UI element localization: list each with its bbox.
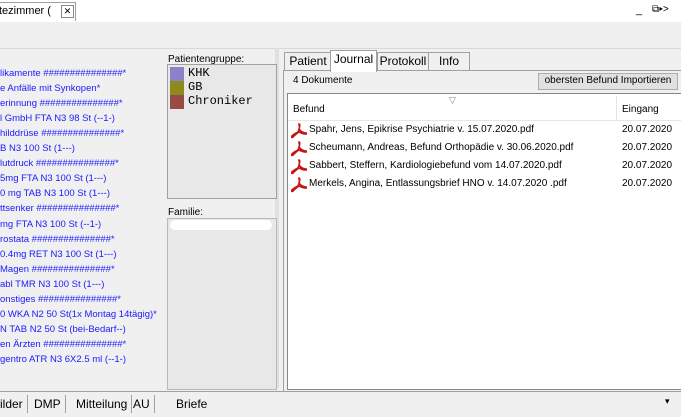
document-date: 20.07.2020 [622, 178, 673, 189]
tab-protokoll[interactable]: Protokoll [377, 52, 429, 71]
chevron-down-icon[interactable]: ▾ [665, 396, 670, 407]
medication-item[interactable]: gentro ATR N3 6X2.5 ml (--1-) [0, 354, 126, 365]
tab-journal[interactable]: Journal [330, 50, 377, 72]
column-header-befund-label: Befund [293, 104, 325, 115]
document-name: Merkels, Angina, Entlassungsbrief HNO v.… [309, 178, 567, 189]
family-label: Familie: [168, 207, 204, 218]
medication-item[interactable]: N TAB N2 50 St (bei-Bedarf--) [0, 324, 126, 335]
tab-bilder[interactable]: ilder [0, 395, 28, 413]
document-row[interactable]: Spahr, Jens, Epikrise Psychiatrie v. 15.… [288, 121, 681, 139]
document-name: Scheumann, Andreas, Befund Orthopädie v.… [309, 142, 574, 153]
group-name: GB [188, 80, 203, 94]
group-color-swatch [170, 81, 184, 95]
minimize-button[interactable]: _ [632, 4, 646, 18]
window-nav-controls[interactable]: ⧉▸> [652, 4, 680, 18]
sort-caret-icon: ▽ [449, 95, 456, 105]
family-list[interactable] [167, 218, 277, 390]
medication-item[interactable]: onstiges ###############* [0, 294, 121, 305]
tab-au[interactable]: AU [129, 395, 155, 413]
pdf-icon [290, 123, 308, 139]
medication-item[interactable]: en Ärzten ###############* [0, 339, 126, 350]
column-header-eingang-label: Eingang [622, 104, 659, 115]
import-top-finding-button[interactable]: obersten Befund Importieren [538, 73, 678, 90]
medication-item[interactable]: ttsenker ###############* [0, 203, 119, 214]
tab-briefe[interactable]: Briefe [172, 395, 211, 413]
document-tab-label: tezimmer ( [0, 5, 51, 17]
document-name: Sabbert, Steffern, Kardiologiebefund vom… [309, 160, 562, 171]
medication-item[interactable]: lutdruck ###############* [0, 158, 119, 169]
pdf-icon [290, 159, 308, 175]
tab-info[interactable]: Info [428, 52, 470, 71]
medication-item[interactable]: hilddrüse ###############* [0, 128, 124, 139]
group-name: KHK [188, 66, 210, 80]
document-row[interactable]: Merkels, Angina, Entlassungsbrief HNO v.… [288, 175, 681, 193]
document-row[interactable]: Scheumann, Andreas, Befund Orthopädie v.… [288, 139, 681, 157]
column-header-eingang[interactable]: Eingang [617, 96, 681, 121]
medication-item[interactable]: e Anfälle mit Synkopen* [0, 83, 100, 94]
tab-dmp[interactable]: DMP [30, 395, 66, 413]
medication-item[interactable]: l GmbH FTA N3 98 St (--1-) [0, 113, 115, 124]
medication-item[interactable]: Magen ###############* [0, 264, 115, 275]
document-tab-strip [0, 0, 681, 23]
medication-list[interactable]: likamente ###############* e Anfälle mit … [0, 62, 165, 382]
medication-item[interactable]: likamente ###############* [0, 68, 126, 79]
medication-item[interactable]: B N3 100 St (1---) [0, 143, 75, 154]
medication-item[interactable]: rostata ###############* [0, 234, 115, 245]
group-color-swatch [170, 67, 184, 81]
medication-item[interactable]: mg FTA N3 100 St (--1-) [0, 219, 101, 230]
medication-item[interactable]: 0 WKA N2 50 St(1x Montag 14tägig)* [0, 309, 157, 320]
tab-scroll-right-icon[interactable]: ▸> [659, 4, 669, 15]
medication-item[interactable]: 0.4mg RET N3 100 St (1---) [0, 249, 117, 260]
medication-item[interactable]: 5mg FTA N3 100 St (1---) [0, 173, 106, 184]
document-date: 20.07.2020 [622, 124, 673, 135]
document-name: Spahr, Jens, Epikrise Psychiatrie v. 15.… [309, 124, 534, 135]
tab-mitteilung[interactable]: Mitteilung [72, 395, 133, 413]
document-tab[interactable]: tezimmer ( ✕ [0, 2, 76, 21]
close-icon[interactable]: ✕ [61, 5, 74, 18]
tab-patient[interactable]: Patient [284, 52, 332, 71]
document-count: 4 Dokumente [293, 75, 353, 86]
toolbar-area [0, 22, 681, 49]
medication-item[interactable]: abl TMR N3 100 St (1---) [0, 279, 104, 290]
group-name: Chroniker [188, 94, 253, 108]
pdf-icon [290, 177, 308, 193]
group-color-swatch [170, 95, 184, 109]
pdf-icon [290, 141, 308, 157]
patient-group-list[interactable]: KHK GB Chroniker [167, 64, 277, 199]
document-date: 20.07.2020 [622, 160, 673, 171]
family-input[interactable] [170, 220, 272, 230]
medication-item[interactable]: erinnung ###############* [0, 98, 123, 109]
document-date: 20.07.2020 [622, 142, 673, 153]
medication-item[interactable]: 0 mg TAB N3 100 St (1---) [0, 188, 110, 199]
document-row[interactable]: Sabbert, Steffern, Kardiologiebefund vom… [288, 157, 681, 175]
